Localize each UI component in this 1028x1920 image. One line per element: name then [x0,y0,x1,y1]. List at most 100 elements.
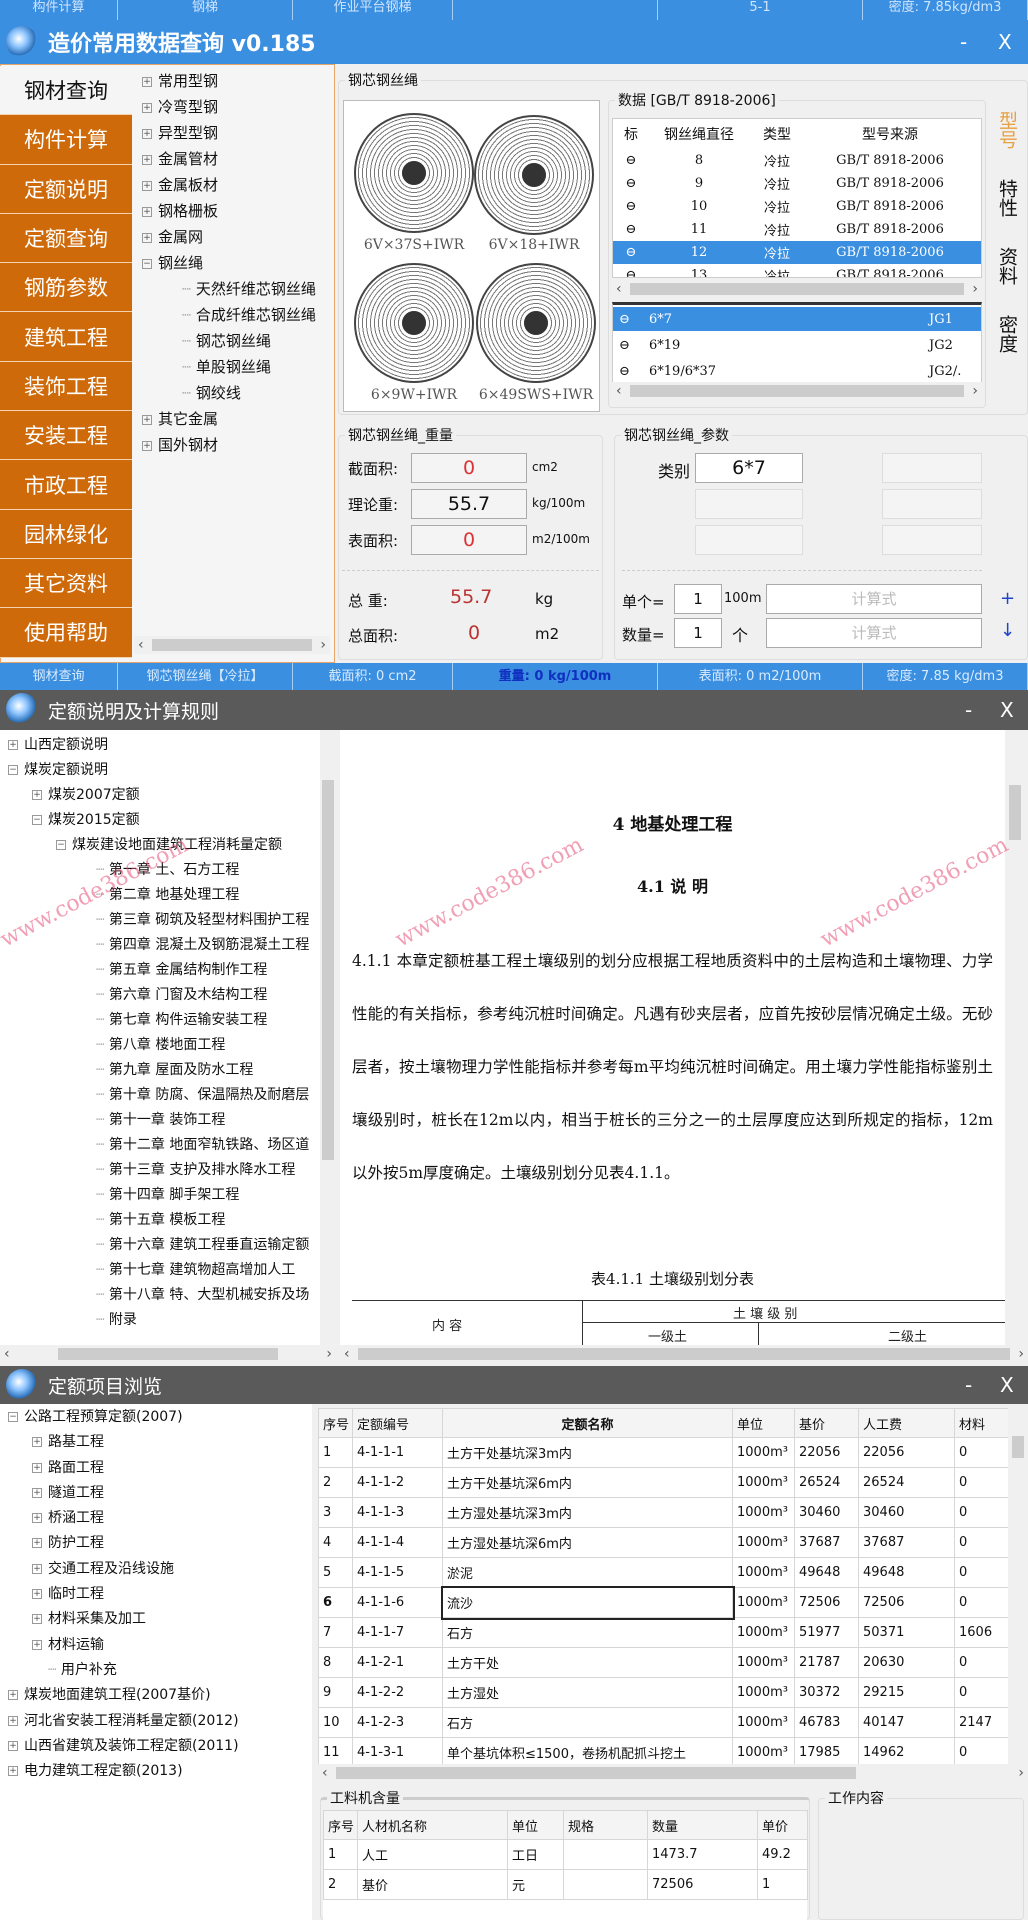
tree-node[interactable]: + 河北省安装工程消耗量定额(2012) [8,1709,312,1734]
expand-icon[interactable]: + [8,1715,18,1726]
expand-icon[interactable]: + [32,1487,42,1498]
column-header[interactable]: 定额编号 [352,1408,443,1438]
tree-node[interactable]: + 临时工程 [8,1582,312,1607]
expand-icon[interactable]: + [142,232,152,243]
expand-icon[interactable]: + [32,1513,42,1524]
expand-icon[interactable]: + [32,1639,42,1650]
column-header[interactable]: 序号 [323,1810,358,1840]
expand-icon[interactable]: + [32,1589,42,1600]
sidebar-item[interactable]: 园林绿化 [0,509,132,559]
expand-icon[interactable]: + [8,1740,18,1751]
tree-node[interactable]: + 金属管材 [142,146,330,172]
tree-hscroll[interactable]: ‹ › [0,1345,336,1363]
column-header[interactable]: 单位 [732,1408,795,1438]
column-header[interactable]: 单位 [507,1810,564,1840]
tree-node[interactable]: − 煤炭2015定额 [8,808,320,833]
tree-node[interactable]: ┈ 单股钢丝绳 [142,354,330,380]
tree-node[interactable]: + 材料运输 [8,1633,312,1658]
table-row[interactable]: 10 4-1-2-3 石方 1000m³ 46783 40147 2147 [318,1707,1008,1738]
tree-node[interactable]: ┈ 第一章 土、石方工程 [8,858,320,883]
collapse-icon[interactable]: − [8,1412,18,1422]
side-tab[interactable]: 密度 [990,304,1020,364]
single-field[interactable]: 1 [674,584,722,614]
tree-node[interactable]: ┈ 第六章 门窗及木结构工程 [8,983,320,1008]
collapse-icon[interactable]: − [32,815,42,825]
sidebar-item[interactable]: 构件计算 [0,115,132,165]
tree-vscroll[interactable] [320,730,336,1345]
grid-hscroll[interactable]: ‹ › [612,280,982,298]
tree-node[interactable]: ┈ 第五章 金属结构制作工程 [8,958,320,983]
tree-hscroll[interactable]: ‹ › [134,636,330,654]
tree-node[interactable]: + 电力建筑工程定额(2013) [8,1759,312,1784]
tree-node[interactable]: + 常用型钢 [142,68,330,94]
tree-node[interactable]: + 材料采集及加工 [8,1607,312,1632]
formula-field[interactable]: 计算式 [766,584,982,614]
table-row[interactable]: 8 4-1-2-1 土方干处 1000m³ 21787 20630 0 [318,1647,1008,1678]
tree-node[interactable]: + 桥涵工程 [8,1506,312,1531]
table-row[interactable]: 1 人工 工日 1473.7 49.2 [323,1839,808,1870]
type-hscroll[interactable]: ‹ › [612,382,982,400]
column-header[interactable]: 类型 [749,124,805,144]
sidebar-item[interactable]: 钢材查询 [0,66,132,116]
doc-vscroll[interactable] [1007,740,1023,1335]
minimize-button[interactable]: - [965,698,972,722]
tree-node[interactable]: ┈ 钢芯钢丝绳 [142,328,330,354]
column-header[interactable]: 材料 [954,1408,1008,1438]
minimize-button[interactable]: - [965,1373,972,1397]
tree-node[interactable]: + 金属板材 [142,172,330,198]
column-header[interactable]: 基价 [794,1408,859,1438]
tree-node[interactable]: + 其它金属 [142,406,330,432]
side-tab[interactable]: 资料 [990,236,1020,296]
tree-node[interactable]: ┈ 第十四章 脚手架工程 [8,1183,320,1208]
expand-icon[interactable]: + [8,1766,18,1777]
tree-node[interactable]: + 煤炭2007定额 [8,783,320,808]
table-row[interactable]: 11 4-1-3-1 单个基坑体积≤1500，卷扬机配抓斗挖土 1000m³ 17985… [318,1737,1008,1764]
expand-icon[interactable]: + [142,440,152,451]
expand-icon[interactable]: + [32,790,42,800]
close-button[interactable]: X [1000,1373,1014,1397]
column-header[interactable]: 钢丝绳直径 [649,124,749,144]
table-row[interactable]: 7 4-1-1-7 石方 1000m³ 51977 50371 1606 [318,1617,1008,1648]
tree-node[interactable]: + 冷弯型钢 [142,94,330,120]
tree-node[interactable]: + 隧道工程 [8,1481,312,1506]
expand-icon[interactable]: + [32,1462,42,1473]
expand-icon[interactable]: + [8,740,18,750]
tree-node[interactable]: ┈ 第七章 构件运输安装工程 [8,1008,320,1033]
table-row[interactable]: ⊖ 11 冷拉 GB/T 8918-2006 [613,218,981,241]
table-row[interactable]: ⊖ 6*19 JG2 [613,333,981,357]
expand-icon[interactable]: + [32,1437,42,1448]
down-button[interactable]: ↓ [1000,620,1015,641]
tree-node[interactable]: + 山西定额说明 [8,733,320,758]
column-header[interactable]: 定额名称 [442,1408,733,1438]
table-row[interactable]: ⊖ 10 冷拉 GB/T 8918-2006 [613,195,981,218]
add-button[interactable]: + [1000,588,1015,609]
expand-icon[interactable]: + [142,180,152,191]
tree-node[interactable]: ┈ 合成纤维芯钢丝绳 [142,302,330,328]
expand-icon[interactable]: + [142,76,152,87]
grid-vscroll[interactable] [1010,1408,1026,1764]
sidebar-item[interactable]: 安装工程 [0,411,132,461]
table-row[interactable]: 6 4-1-1-6 流沙 1000m³ 72506 72506 0 [318,1585,1008,1620]
tree-node[interactable]: + 钢格栅板 [142,198,330,224]
column-header[interactable]: 数量 [647,1810,758,1840]
tree-node[interactable]: ┈ 第三章 砌筑及轻型材料围护工程 [8,908,320,933]
sidebar-item[interactable]: 使用帮助 [0,608,132,658]
side-tab[interactable]: 型号 [990,100,1020,160]
table-row[interactable]: 2 基价元 72506 1 [323,1869,808,1900]
formula-field[interactable]: 计算式 [766,618,982,648]
expand-icon[interactable]: + [32,1538,42,1549]
tree-node[interactable]: ┈ 钢绞线 [142,380,330,406]
expand-icon[interactable]: + [32,1614,42,1625]
sidebar-item[interactable]: 装饰工程 [0,361,132,412]
tree-node[interactable]: − 煤炭定额说明 [8,758,320,783]
tree-node[interactable]: − 钢丝绳 [142,250,330,276]
table-row[interactable]: 5 4-1-1-5 淤泥 1000m³ 49648 49648 0 [318,1557,1008,1588]
sidebar-item[interactable]: 其它资料 [0,558,132,609]
tree-node[interactable]: ┈ 第十三章 支护及排水降水工程 [8,1158,320,1183]
tree-node[interactable]: + 金属网 [142,224,330,250]
grid-hscroll[interactable]: ‹ › [318,1764,1028,1782]
table-row[interactable]: ⊖ 6*7 JG1 [613,307,981,331]
tree-node[interactable]: ┈ 第十八章 特、大型机械安拆及场 [8,1283,320,1308]
tree-node[interactable]: ┈ 附录 [8,1308,320,1333]
column-header[interactable]: 标 [613,124,649,144]
